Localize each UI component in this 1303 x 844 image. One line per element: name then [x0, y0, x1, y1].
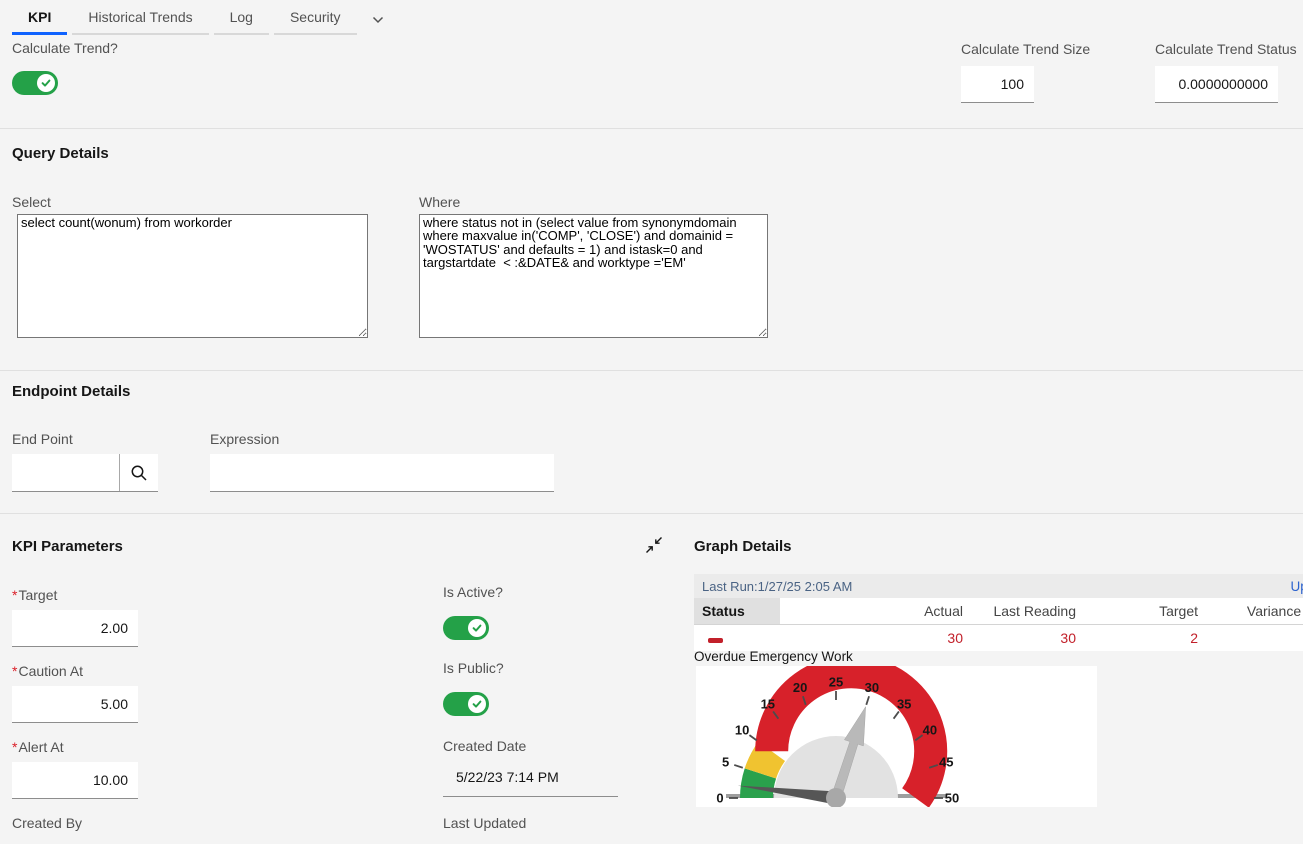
svg-text:15: 15: [761, 697, 775, 712]
svg-text:0: 0: [716, 791, 723, 806]
created-date-value: 5/22/23 7:14 PM: [456, 769, 559, 785]
search-icon: [130, 464, 148, 482]
svg-text:5: 5: [722, 755, 729, 770]
tab-historical-trends[interactable]: Historical Trends: [72, 0, 208, 35]
query-details-heading: Query Details: [12, 145, 109, 162]
created-by-label: Created By: [12, 815, 82, 831]
tab-kpi[interactable]: KPI: [12, 0, 67, 35]
select-label: Select: [12, 194, 51, 210]
actual-value: 30: [780, 630, 971, 646]
svg-text:40: 40: [923, 722, 937, 737]
gauge-chart: 0 5 10 15 20 25 30 35 40 45 50: [696, 666, 1097, 807]
end-point-input[interactable]: [12, 454, 119, 491]
column-header-actual: Actual: [780, 603, 971, 619]
section-divider: [0, 370, 1303, 371]
created-date-label: Created Date: [443, 738, 526, 754]
svg-text:50: 50: [945, 791, 959, 806]
created-date-underline: [443, 796, 618, 797]
target-value: 2: [1084, 630, 1206, 646]
status-cell: [694, 630, 780, 646]
table-row[interactable]: 30 30 2: [694, 625, 1303, 651]
last-reading-value: 30: [971, 630, 1084, 646]
svg-text:35: 35: [897, 697, 911, 712]
calculate-trend-status-label: Calculate Trend Status: [1155, 41, 1297, 57]
is-active-toggle[interactable]: [443, 616, 489, 640]
collapse-icon: [645, 536, 663, 554]
toggle-check-icon: [37, 74, 55, 92]
last-updated-label: Last Updated: [443, 815, 526, 831]
required-asterisk: *: [12, 739, 17, 755]
calculate-trend-size-input[interactable]: [961, 66, 1034, 103]
svg-text:25: 25: [829, 675, 843, 690]
alert-at-label: *Alert At: [12, 739, 64, 755]
expression-input[interactable]: [210, 454, 554, 492]
svg-text:30: 30: [865, 680, 879, 695]
kpi-parameters-heading: KPI Parameters: [12, 538, 123, 555]
kpi-status-table: Status Actual Last Reading Target Varian…: [694, 598, 1303, 651]
collapse-section-button[interactable]: [644, 536, 664, 556]
column-header-target: Target: [1084, 603, 1206, 619]
alert-at-input[interactable]: [12, 762, 138, 799]
section-divider: [0, 513, 1303, 514]
tab-bar: KPI Historical Trends Log Security: [12, 0, 394, 35]
column-header-last-reading: Last Reading: [971, 603, 1084, 619]
graph-details-heading: Graph Details: [694, 538, 792, 555]
column-header-status: Status: [694, 598, 780, 624]
status-red-dash-icon: [708, 638, 723, 643]
target-input[interactable]: [12, 610, 138, 647]
last-run-text: Last Run:1/27/25 2:05 AM: [702, 579, 852, 594]
calculate-trend-size-label: Calculate Trend Size: [961, 41, 1090, 57]
select-textarea[interactable]: select count(wonum) from workorder: [17, 214, 368, 338]
caution-at-label: *Caution At: [12, 663, 83, 679]
end-point-label: End Point: [12, 431, 73, 447]
last-run-bar: Last Run:1/27/25 2:05 AM Update: [694, 574, 1303, 598]
svg-text:10: 10: [735, 722, 749, 737]
required-asterisk: *: [12, 663, 17, 679]
update-link[interactable]: Update: [1290, 579, 1303, 594]
is-public-label: Is Public?: [443, 660, 504, 676]
kpi-detail-page: KPI Historical Trends Log Security Calcu…: [0, 0, 1303, 844]
search-button[interactable]: [119, 454, 158, 491]
required-asterisk: *: [12, 587, 17, 603]
expression-label: Expression: [210, 431, 279, 447]
chevron-down-icon[interactable]: [362, 8, 394, 35]
svg-text:45: 45: [939, 755, 953, 770]
calculate-trend-status-input[interactable]: [1155, 66, 1278, 103]
calculate-trend-label: Calculate Trend?: [12, 40, 118, 56]
svg-text:20: 20: [793, 680, 807, 695]
endpoint-details-heading: Endpoint Details: [12, 383, 130, 400]
gauge-svg: 0 5 10 15 20 25 30 35 40 45 50: [696, 666, 1097, 807]
end-point-field: [12, 454, 158, 492]
tab-log[interactable]: Log: [214, 0, 269, 35]
caution-at-input[interactable]: [12, 686, 138, 723]
is-public-toggle[interactable]: [443, 692, 489, 716]
gauge-chart-title: Overdue Emergency Work: [694, 649, 853, 664]
table-header-row: Status Actual Last Reading Target Varian…: [694, 598, 1303, 625]
calculate-trend-toggle[interactable]: [12, 71, 58, 95]
where-textarea[interactable]: where status not in (select value from s…: [419, 214, 768, 338]
target-label: *Target: [12, 587, 57, 603]
is-active-label: Is Active?: [443, 584, 503, 600]
where-label: Where: [419, 194, 460, 210]
toggle-check-icon: [468, 619, 486, 637]
toggle-check-icon: [468, 695, 486, 713]
section-divider: [0, 128, 1303, 129]
tab-security[interactable]: Security: [274, 0, 357, 35]
column-header-variance: Variance: [1206, 603, 1303, 619]
